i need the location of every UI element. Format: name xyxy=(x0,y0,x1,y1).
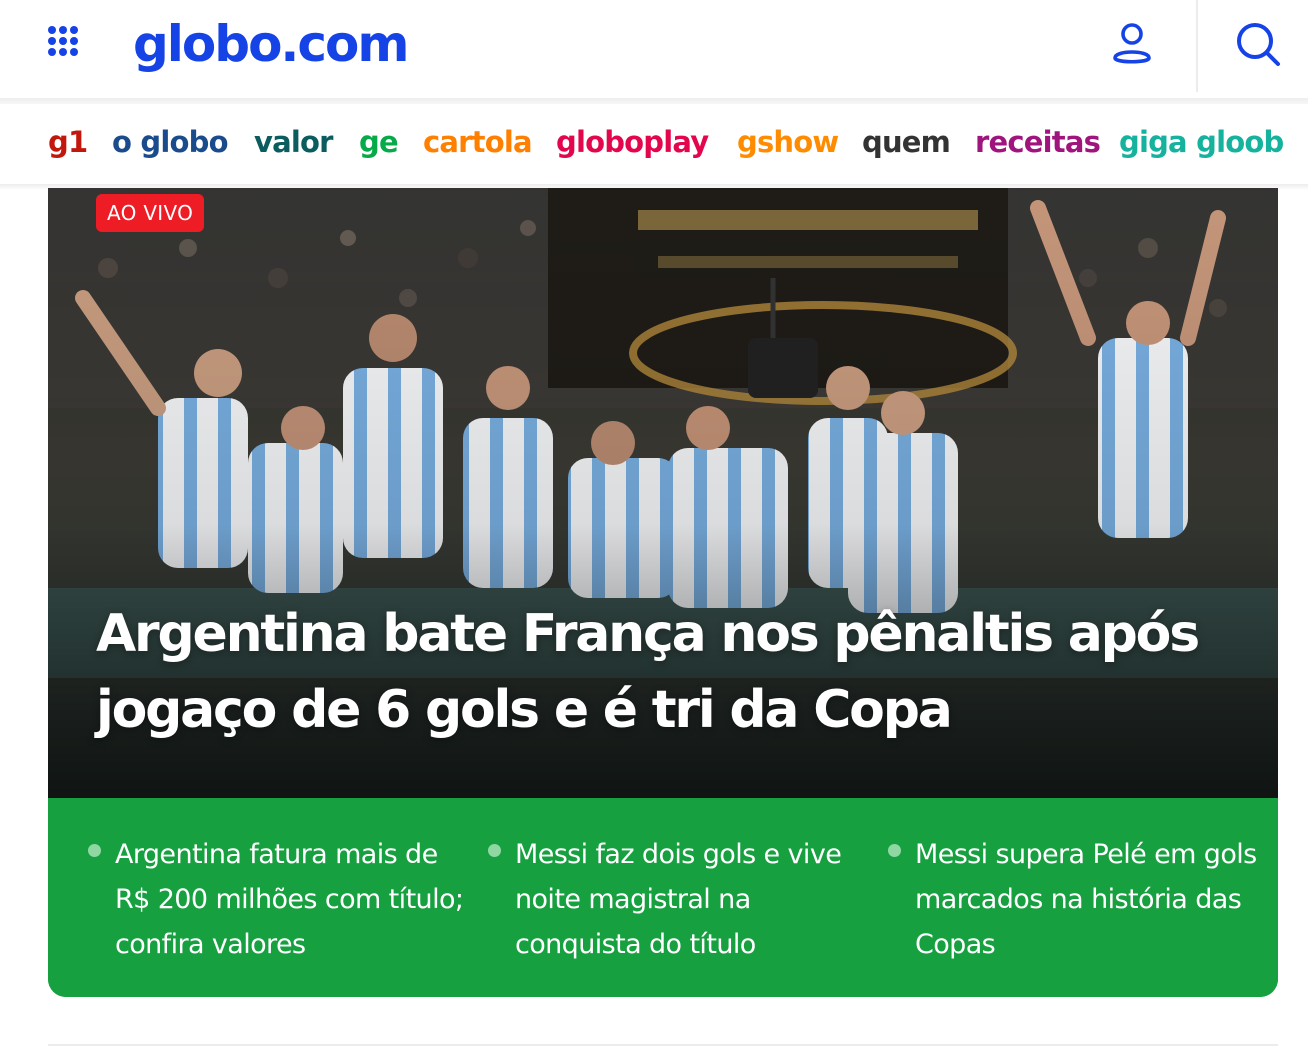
brand-link-o-globo[interactable]: o globo xyxy=(112,122,229,162)
brand-nav: g1 o globo valor ge cartola globoplay gs… xyxy=(0,104,1308,184)
site-header: globo.com xyxy=(0,0,1308,100)
live-badge: AO VIVO xyxy=(96,194,205,232)
brand-link-gshow[interactable]: gshow xyxy=(737,122,839,162)
brand-link-giga-gloob[interactable]: giga gloob xyxy=(1119,122,1284,162)
related-link-text: Messi supera Pelé em gols marcados na hi… xyxy=(915,839,1257,960)
related-links: Argentina fatura mais de R$ 200 milhões … xyxy=(48,798,1278,997)
grid-menu-icon[interactable] xyxy=(46,24,86,64)
bullet-icon xyxy=(88,844,101,857)
related-link-text: Argentina fatura mais de R$ 200 milhões … xyxy=(115,839,464,960)
brand-link-globoplay[interactable]: globoplay xyxy=(556,122,709,162)
hero-headline[interactable]: Argentina bate França nos pênaltis após … xyxy=(96,596,1216,748)
globo-logo[interactable]: globo.com xyxy=(133,4,410,84)
brand-link-valor[interactable]: valor xyxy=(254,122,333,162)
header-divider xyxy=(1196,0,1198,92)
brand-link-g1[interactable]: g1 xyxy=(48,122,88,162)
related-link-text: Messi faz dois gols e vive noite magistr… xyxy=(515,839,842,960)
section-divider xyxy=(48,1044,1278,1046)
brand-link-receitas[interactable]: receitas xyxy=(975,122,1101,162)
bullet-icon xyxy=(888,844,901,857)
brand-link-ge[interactable]: ge xyxy=(359,122,399,162)
bullet-icon xyxy=(488,844,501,857)
brand-link-cartola[interactable]: cartola xyxy=(423,122,533,162)
hero-card: AO VIVO Argentina bate França nos pênalt… xyxy=(48,188,1278,997)
brand-link-quem[interactable]: quem xyxy=(862,122,951,162)
search-icon[interactable] xyxy=(1234,20,1282,68)
user-icon[interactable] xyxy=(1110,22,1154,66)
